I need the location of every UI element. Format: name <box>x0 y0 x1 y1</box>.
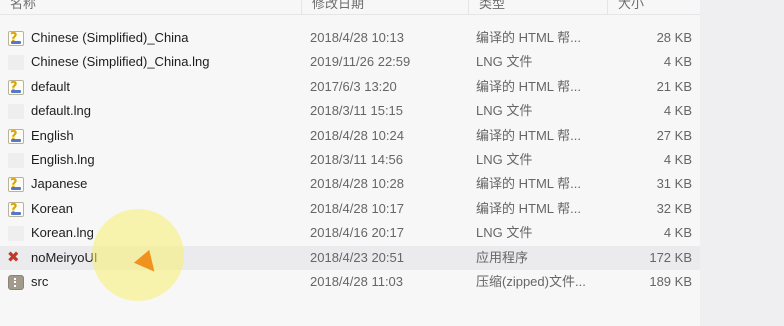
file-name: Korean <box>31 200 73 216</box>
lng-file-icon <box>8 152 24 168</box>
file-name: Japanese <box>31 176 88 192</box>
file-date-modified: 2018/4/28 10:13 <box>310 30 404 45</box>
file-row[interactable]: ? default 2017/6/3 13:20 编译的 HTML 帮... 21 KB <box>0 75 700 99</box>
file-name: English.lng <box>31 151 95 167</box>
file-row[interactable]: ? Chinese (Simplified)_China 2018/4/28 10:… <box>0 26 700 50</box>
file-type: LNG 文件 <box>476 151 533 167</box>
file-type: 编译的 HTML 帮... <box>476 176 581 192</box>
column-header-name[interactable]: 名称 <box>0 0 302 15</box>
column-header-size[interactable]: 大小 <box>608 0 700 15</box>
file-size: 21 KB <box>656 78 692 94</box>
file-name: src <box>31 273 49 289</box>
file-name: Chinese (Simplified)_China <box>31 30 189 45</box>
file-date-modified: 2018/4/28 10:24 <box>310 127 404 143</box>
file-size: 27 KB <box>656 127 692 143</box>
file-name: Korean.lng <box>31 225 94 241</box>
file-type: 编译的 HTML 帮... <box>476 30 581 45</box>
file-type: LNG 文件 <box>476 225 533 241</box>
html-help-icon: ? <box>8 79 24 95</box>
file-type: 应用程序 <box>476 249 529 265</box>
file-date-modified: 2018/3/11 15:15 <box>310 103 404 119</box>
file-type: 编译的 HTML 帮... <box>476 78 581 94</box>
file-row[interactable]: src 2018/4/28 11:03 压缩(zipped)文件... 189 KB <box>0 270 700 294</box>
file-type: LNG 文件 <box>476 103 533 119</box>
column-header-type[interactable]: 类型 <box>469 0 608 15</box>
file-name: Chinese (Simplified)_China.lng <box>31 54 210 70</box>
file-row[interactable]: ? Japanese 2018/4/28 10:28 编译的 HTML 帮... 31 … <box>0 172 700 196</box>
file-size: 4 KB <box>663 103 692 119</box>
file-row[interactable]: ? Korean 2018/4/28 10:17 编译的 HTML 帮... 32 KB <box>0 197 700 221</box>
file-size: 4 KB <box>663 151 692 167</box>
application-icon: ✖ <box>7 247 20 266</box>
file-type: 编译的 HTML 帮... <box>476 127 581 143</box>
file-name: noMeiryoUI <box>31 249 98 265</box>
lng-file-icon <box>8 104 24 120</box>
file-size: 4 KB <box>663 54 692 70</box>
column-header: 名称 修改日期 类型 大小 <box>0 0 700 15</box>
file-row[interactable]: English.lng 2018/3/11 14:56 LNG 文件 4 KB <box>0 148 700 172</box>
zip-archive-icon <box>8 274 24 290</box>
file-size: 32 KB <box>656 200 692 216</box>
html-help-icon: ? <box>8 31 24 46</box>
file-date-modified: 2018/4/28 10:17 <box>310 200 404 216</box>
file-list: ? Chinese (Simplified)_China 2018/4/28 10:… <box>0 26 700 294</box>
file-date-modified: 2018/4/28 10:28 <box>310 176 404 192</box>
file-name: default <box>31 78 71 94</box>
file-explorer: 名称 修改日期 类型 大小 ? Chinese (Simplified)_Chin… <box>0 0 700 326</box>
file-date-modified: 2018/3/11 14:56 <box>310 151 404 167</box>
file-row[interactable]: ? English 2018/4/28 10:24 编译的 HTML 帮... 27 K… <box>0 124 700 148</box>
file-date-modified: 2019/11/26 22:59 <box>310 54 411 70</box>
html-help-icon: ? <box>8 128 24 144</box>
file-size: 172 KB <box>649 249 692 265</box>
file-row[interactable]: Chinese (Simplified)_China.lng 2019/11/26… <box>0 50 700 74</box>
file-size: 4 KB <box>663 225 692 241</box>
lng-file-icon <box>8 226 24 242</box>
file-size: 31 KB <box>656 176 692 192</box>
file-date-modified: 2018/4/23 20:51 <box>310 249 404 265</box>
file-row[interactable]: ✖ noMeiryoUI 2018/4/23 20:51 应用程序 172 KB <box>0 245 700 270</box>
column-header-date-modified[interactable]: 修改日期 <box>302 0 469 15</box>
html-help-icon: ? <box>8 177 24 193</box>
file-row[interactable]: Korean.lng 2018/4/16 20:17 LNG 文件 4 KB <box>0 221 700 245</box>
lng-file-icon <box>8 55 24 71</box>
file-date-modified: 2018/4/16 20:17 <box>310 225 404 241</box>
html-help-icon: ? <box>8 201 24 217</box>
file-size: 28 KB <box>656 30 692 45</box>
file-type: 压缩(zipped)文件... <box>476 273 586 289</box>
file-date-modified: 2017/6/3 13:20 <box>310 78 397 94</box>
file-type: LNG 文件 <box>476 54 533 70</box>
file-type: 编译的 HTML 帮... <box>476 200 581 216</box>
file-name: default.lng <box>31 103 91 119</box>
file-date-modified: 2018/4/28 11:03 <box>310 273 404 289</box>
window-background <box>700 0 784 326</box>
file-row[interactable]: default.lng 2018/3/11 15:15 LNG 文件 4 KB <box>0 99 700 123</box>
file-size: 189 KB <box>649 273 692 289</box>
file-name: English <box>31 127 74 143</box>
